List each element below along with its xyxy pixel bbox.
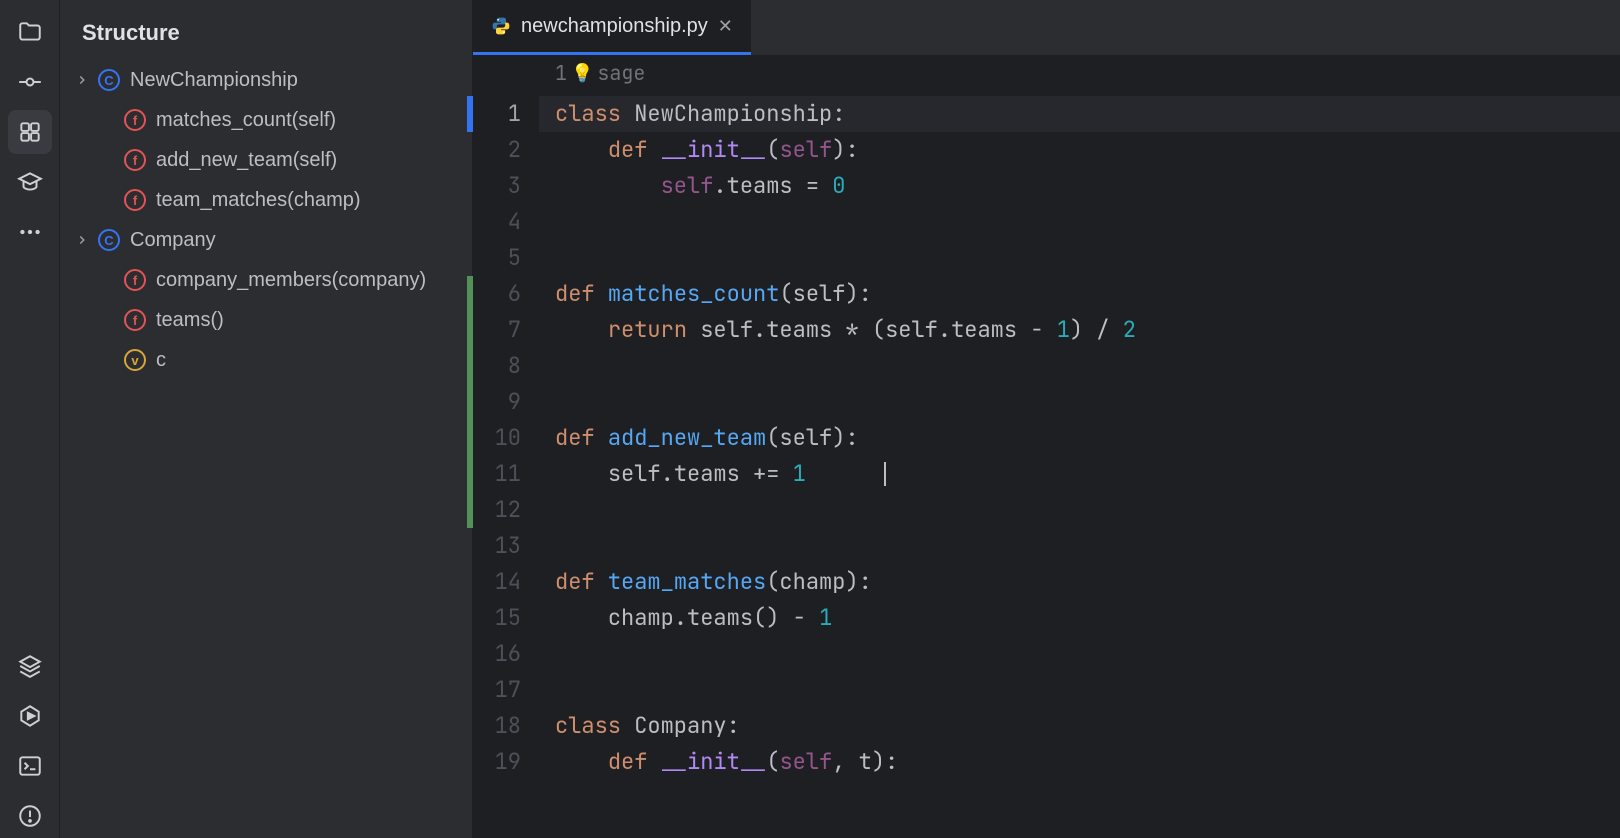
editor-area: newchampionship.py ✕ 1234567891011121314… — [473, 0, 1620, 838]
func-badge-icon: f — [124, 269, 146, 291]
structure-item-func[interactable]: f matches_count(self) — [68, 100, 464, 140]
line-gutter: 12345678910111213141516171819 — [473, 56, 539, 838]
line-number[interactable]: 15 — [473, 600, 539, 636]
code-line[interactable] — [539, 492, 1620, 528]
structure-item-label: NewChampionship — [130, 69, 298, 92]
func-badge-icon: f — [124, 109, 146, 131]
code-line[interactable] — [539, 528, 1620, 564]
code-line[interactable] — [539, 204, 1620, 240]
line-number[interactable]: 9 — [473, 384, 539, 420]
layers-icon[interactable] — [8, 644, 52, 688]
code-content[interactable]: 1 💡 sage class NewChampionship: def __in… — [539, 56, 1620, 838]
line-number[interactable]: 11 — [473, 456, 539, 492]
line-number[interactable]: 13 — [473, 528, 539, 564]
more-icon[interactable] — [8, 210, 52, 254]
line-number[interactable]: 12 — [473, 492, 539, 528]
usage-hint-suffix: sage — [597, 60, 645, 86]
line-number[interactable]: 18 — [473, 708, 539, 744]
func-badge-icon: f — [124, 189, 146, 211]
code-line[interactable]: self.teams += 1 — [539, 456, 1620, 492]
func-badge-icon: f — [124, 309, 146, 331]
line-number[interactable]: 4 — [473, 204, 539, 240]
line-number[interactable]: 8 — [473, 348, 539, 384]
code-line[interactable] — [539, 348, 1620, 384]
services-icon[interactable] — [8, 694, 52, 738]
line-number[interactable]: 1 — [473, 96, 539, 132]
terminal-icon[interactable] — [8, 744, 52, 788]
code-line[interactable] — [539, 672, 1620, 708]
tool-icon-bar — [0, 0, 60, 838]
structure-item-label: team_matches(champ) — [156, 189, 361, 212]
code-line[interactable] — [539, 240, 1620, 276]
code-line[interactable] — [539, 384, 1620, 420]
chevron-right-icon[interactable] — [72, 233, 92, 247]
structure-item-class[interactable]: C Company — [68, 220, 464, 260]
structure-icon[interactable] — [8, 110, 52, 154]
line-number[interactable]: 6 — [473, 276, 539, 312]
project-icon[interactable] — [8, 10, 52, 54]
class-badge-icon: C — [98, 69, 120, 91]
close-tab-icon[interactable]: ✕ — [718, 16, 733, 37]
editor-tab-active[interactable]: newchampionship.py ✕ — [473, 0, 751, 55]
code-line[interactable]: class NewChampionship: — [539, 96, 1620, 132]
line-number[interactable]: 14 — [473, 564, 539, 600]
line-number[interactable]: 2 — [473, 132, 539, 168]
structure-tree: CNewChampionshipfmatches_count(self)fadd… — [68, 60, 464, 380]
structure-item-label: matches_count(self) — [156, 109, 336, 132]
line-number[interactable]: 19 — [473, 744, 539, 780]
code-area[interactable]: 12345678910111213141516171819 1 💡 sage c… — [473, 56, 1620, 838]
line-number[interactable]: 16 — [473, 636, 539, 672]
chevron-right-icon[interactable] — [72, 73, 92, 87]
structure-item-var[interactable]: vc — [68, 340, 464, 380]
text-cursor-icon — [884, 462, 886, 486]
structure-item-func[interactable]: f team_matches(champ) — [68, 180, 464, 220]
structure-item-label: teams() — [156, 309, 224, 332]
python-file-icon — [491, 16, 511, 36]
structure-title: Structure — [68, 12, 464, 60]
structure-item-func[interactable]: f company_members(company) — [68, 260, 464, 300]
structure-item-label: company_members(company) — [156, 269, 426, 292]
code-line[interactable]: champ.teams() - 1 — [539, 600, 1620, 636]
structure-item-label: Company — [130, 229, 216, 252]
code-line[interactable]: def team_matches(champ): — [539, 564, 1620, 600]
code-line[interactable] — [539, 636, 1620, 672]
func-badge-icon: f — [124, 149, 146, 171]
code-line[interactable]: def __init__(self, t): — [539, 744, 1620, 780]
usage-hint[interactable]: 1 💡 sage — [555, 60, 645, 86]
structure-panel: Structure C NewChampionship f matches_count… — [60, 0, 473, 838]
var-badge-icon: v — [124, 349, 146, 371]
line-number[interactable]: 10 — [473, 420, 539, 456]
structure-item-label: add_new_team(self) — [156, 149, 337, 172]
structure-item-func[interactable]: f add_new_team(self) — [68, 140, 464, 180]
code-line[interactable]: def matches_count(self): — [539, 276, 1620, 312]
class-badge-icon: C — [98, 229, 120, 251]
lightbulb-icon[interactable]: 💡 — [571, 62, 593, 85]
commit-icon[interactable] — [8, 60, 52, 104]
code-line[interactable]: self.teams = 0 — [539, 168, 1620, 204]
code-line[interactable]: def add_new_team(self): — [539, 420, 1620, 456]
line-number[interactable]: 7 — [473, 312, 539, 348]
usage-hint-text: 1 — [555, 60, 567, 86]
tab-filename: newchampionship.py — [521, 15, 708, 38]
code-line[interactable]: class Company: — [539, 708, 1620, 744]
line-number[interactable]: 3 — [473, 168, 539, 204]
editor-tabs: newchampionship.py ✕ — [473, 0, 1620, 56]
line-number[interactable]: 5 — [473, 240, 539, 276]
structure-item-label: c — [156, 349, 166, 372]
code-line[interactable]: return self.teams * (self.teams - 1) / 2 — [539, 312, 1620, 348]
learn-icon[interactable] — [8, 160, 52, 204]
code-line[interactable]: def __init__(self): — [539, 132, 1620, 168]
structure-item-func[interactable]: f teams() — [68, 300, 464, 340]
line-number[interactable]: 17 — [473, 672, 539, 708]
problems-icon[interactable] — [8, 794, 52, 838]
structure-item-class[interactable]: C NewChampionship — [68, 60, 464, 100]
